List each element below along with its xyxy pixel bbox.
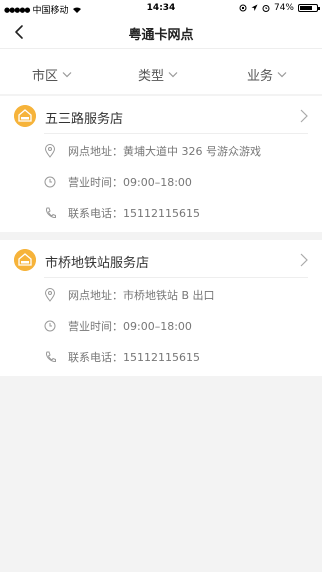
filter-business-label: 业务 (247, 69, 274, 84)
phone-label: 联系电话： (68, 207, 123, 220)
phone-row: 联系电话： 15112115615 (44, 347, 200, 367)
store-card-header[interactable]: 五三路服务店 (0, 96, 322, 136)
hours-row: 营业时间： 09:00–18:00 (44, 172, 192, 192)
store-card[interactable]: 五三路服务店 网点地址： 黄埔大道中 326 号游众游戏 营业时间： 09:00… (0, 96, 322, 232)
store-name: 五三路服务店 (45, 112, 124, 127)
battery-percent: 74% (273, 3, 294, 13)
rotation-lock-icon (239, 4, 247, 12)
divider (44, 133, 308, 134)
location-pin-icon (44, 288, 56, 302)
hours-label: 营业时间： (68, 320, 123, 333)
hours-value: 09:00–18:00 (123, 319, 192, 333)
page-title: 粤通卡网点 (128, 28, 194, 43)
store-icon (14, 105, 36, 127)
phone-icon (45, 207, 56, 219)
hours-label: 营业时间： (68, 176, 123, 189)
location-icon (251, 4, 258, 11)
filter-district-label: 市区 (32, 69, 59, 84)
filter-business[interactable]: 业务 (247, 65, 287, 84)
filter-type[interactable]: 类型 (138, 65, 178, 84)
location-pin-icon (44, 144, 56, 158)
clock-icon (44, 320, 56, 332)
store-card-header[interactable]: 市桥地铁站服务店 (0, 240, 322, 280)
chevron-right-icon (300, 253, 308, 267)
store-name: 市桥地铁站服务店 (45, 256, 150, 271)
battery-icon (298, 4, 320, 12)
address-value: 黄埔大道中 326 号游众游戏 (123, 145, 261, 158)
hours-row: 营业时间： 09:00–18:00 (44, 316, 192, 336)
divider (44, 277, 308, 278)
filter-district[interactable]: 市区 (32, 65, 72, 84)
nav-bar: 粤通卡网点 (0, 16, 322, 48)
address-row: 网点地址： 黄埔大道中 326 号游众游戏 (44, 141, 261, 161)
chevron-down-icon (62, 72, 72, 78)
phone-row: 联系电话： 15112115615 (44, 203, 200, 223)
phone-label: 联系电话： (68, 351, 123, 364)
chevron-down-icon (168, 72, 178, 78)
chevron-down-icon (277, 72, 287, 78)
status-right: 74% (239, 3, 320, 13)
filter-bar: 市区 类型 业务 (0, 48, 322, 94)
hours-value: 09:00–18:00 (123, 175, 192, 189)
battery-fill (300, 6, 312, 10)
address-row: 网点地址： 市桥地铁站 B 出口 (44, 285, 215, 305)
phone-value[interactable]: 15112115615 (123, 351, 200, 364)
store-card[interactable]: 市桥地铁站服务店 网点地址： 市桥地铁站 B 出口 营业时间： 09:00–18… (0, 240, 322, 376)
filter-type-label: 类型 (138, 69, 165, 84)
status-bar: ●●●●● 中国移动 14:34 74% (0, 0, 322, 16)
chevron-right-icon (300, 109, 308, 123)
address-value: 市桥地铁站 B 出口 (123, 289, 215, 302)
phone-icon (45, 351, 56, 363)
address-label: 网点地址： (68, 289, 123, 302)
clock-icon (44, 176, 56, 188)
address-label: 网点地址： (68, 145, 123, 158)
store-icon (14, 249, 36, 271)
alarm-icon (262, 5, 270, 12)
phone-value[interactable]: 15112115615 (123, 207, 200, 220)
